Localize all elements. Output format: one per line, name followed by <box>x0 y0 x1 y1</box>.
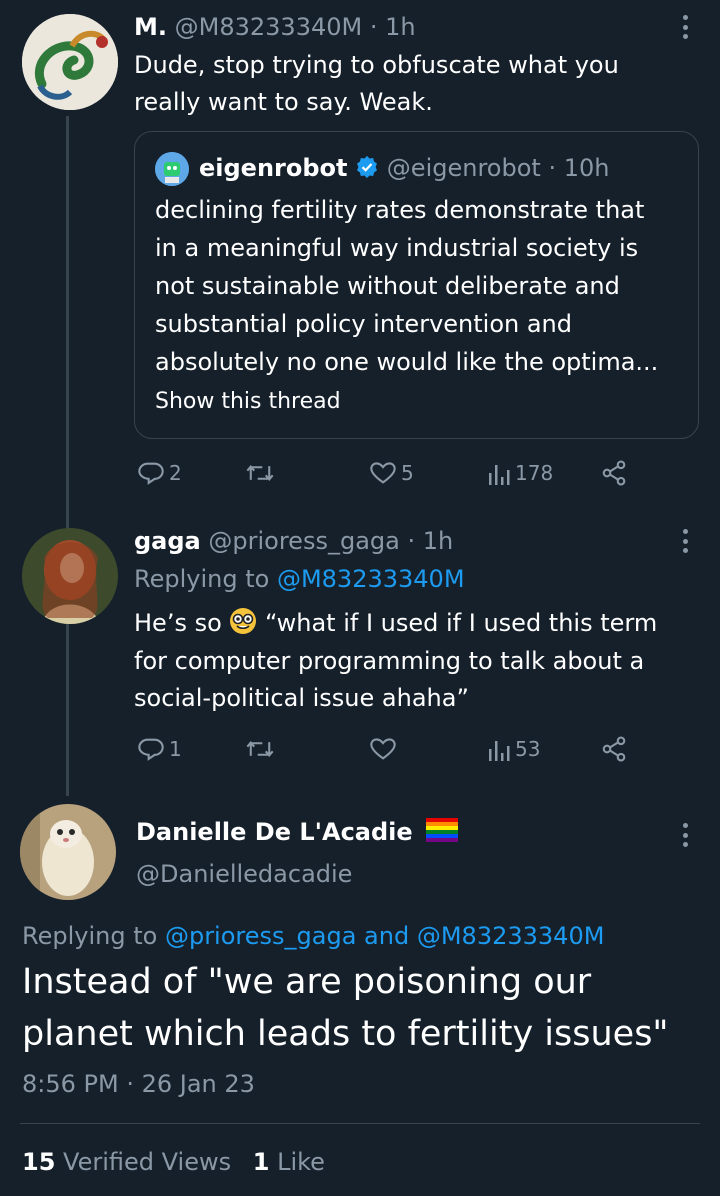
main-tweet-text-line: planet which leads to fertility issues" <box>22 1014 669 1054</box>
retweet-button[interactable] <box>245 459 275 487</box>
quote-text-line: absolutely no one would like the optima.… <box>155 348 659 376</box>
tweet-text-segment: “what if I used if I used this term <box>265 609 658 637</box>
heart-icon <box>370 462 396 484</box>
views-count: 178 <box>515 461 554 485</box>
author-name[interactable]: Danielle De L'Acadie <box>136 818 413 846</box>
likes-label[interactable]: Like <box>277 1148 325 1176</box>
tweet-timestamp[interactable]: 8:56 PM · 26 Jan 23 <box>22 1070 255 1098</box>
quote-avatar <box>155 152 189 186</box>
reply-icon <box>138 738 164 761</box>
views-icon <box>489 465 510 485</box>
quote-tweet-card[interactable]: eigenrobot @eigenrobot · 10h declining f… <box>134 131 699 439</box>
views-icon <box>489 741 510 761</box>
author-handle[interactable]: @M83233340M <box>175 13 363 41</box>
quote-text-line: in a meaningful way industrial society i… <box>155 234 639 262</box>
rainbow-flag-icon <box>426 818 459 848</box>
reply-icon <box>138 462 164 485</box>
likes-count[interactable]: 1 <box>253 1148 270 1176</box>
views-count: 53 <box>515 737 541 761</box>
like-button[interactable]: 5 <box>369 459 414 487</box>
quote-time: · 10h <box>548 154 610 182</box>
tweet-time[interactable]: · 1h <box>407 527 453 555</box>
avatar-danielle[interactable] <box>20 804 116 900</box>
divider <box>20 1123 700 1124</box>
quote-text-line: not sustainable without deliberate and <box>155 272 620 300</box>
tweet-text-line: really want to say. Weak. <box>134 88 433 116</box>
replying-to: Replying to @prioress_gaga and @M8323334… <box>22 922 604 950</box>
engagement-stats: 15 Verified Views 1 Like <box>22 1148 325 1176</box>
quote-text-line: declining fertility rates demonstrate th… <box>155 196 645 224</box>
tweet-header: gaga @prioress_gaga · 1h <box>134 527 453 555</box>
views-label[interactable]: Verified Views <box>63 1148 231 1176</box>
reply-button[interactable]: 1 <box>137 735 182 763</box>
retweet-icon <box>246 465 274 481</box>
author-name[interactable]: M. <box>134 13 167 41</box>
replying-to-label: Replying to <box>134 565 270 593</box>
avatar-m[interactable] <box>22 14 118 110</box>
replying-to-and: and <box>364 922 410 950</box>
heart-icon <box>370 738 396 760</box>
views-count[interactable]: 15 <box>22 1148 55 1176</box>
tweet-header: M. @M83233340M · 1h <box>134 13 416 41</box>
tweet-text-line: He’s so “what if I used if I used this t… <box>134 605 657 646</box>
replying-to-handle[interactable]: @prioress_gaga <box>165 922 356 950</box>
tweet-text-line: social-political issue ahaha” <box>134 684 469 712</box>
replying-to: Replying to @M83233340M <box>134 565 465 593</box>
main-author-row: Danielle De L'Acadie <box>136 818 459 848</box>
reply-button[interactable]: 2 <box>137 459 182 487</box>
thread-line <box>66 116 69 796</box>
verified-badge-icon <box>355 155 379 185</box>
views-button[interactable]: 53 <box>487 735 540 763</box>
tweet-text-line: Dude, stop trying to obfuscate what you <box>134 51 619 79</box>
like-button[interactable] <box>369 735 397 763</box>
quote-author-handle: @eigenrobot <box>386 154 541 182</box>
reply-count: 1 <box>169 737 182 761</box>
like-count: 5 <box>401 461 414 485</box>
share-icon <box>602 460 626 486</box>
share-icon <box>602 736 626 762</box>
quote-author-name: eigenrobot <box>199 154 348 182</box>
quote-header: eigenrobot @eigenrobot · 10h <box>199 154 609 185</box>
tweet-text-segment: He’s so <box>134 609 222 637</box>
reply-count: 2 <box>169 461 182 485</box>
avatar-gaga[interactable] <box>22 528 118 624</box>
retweet-icon <box>246 741 274 757</box>
more-options-icon[interactable] <box>673 820 697 850</box>
nerd-face-emoji-icon <box>229 607 257 646</box>
replying-to-handle[interactable]: @M83233340M <box>417 922 605 950</box>
share-button[interactable] <box>600 459 628 487</box>
retweet-button[interactable] <box>245 735 275 763</box>
show-thread-link[interactable]: Show this thread <box>155 387 341 417</box>
more-options-icon[interactable] <box>673 12 697 42</box>
tweet-text-line: for computer programming to talk about a <box>134 647 645 675</box>
share-button[interactable] <box>600 735 628 763</box>
tweet-time[interactable]: · 1h <box>370 13 416 41</box>
quote-text-line: substantial policy intervention and <box>155 310 572 338</box>
main-tweet-text-line: Instead of "we are poisoning our <box>22 962 592 1002</box>
more-options-icon[interactable] <box>673 526 697 556</box>
author-handle[interactable]: @Danielledacadie <box>136 860 352 888</box>
author-handle[interactable]: @prioress_gaga <box>208 527 399 555</box>
replying-to-label: Replying to <box>22 922 158 950</box>
replying-to-handle[interactable]: @M83233340M <box>277 565 465 593</box>
author-name[interactable]: gaga <box>134 527 201 555</box>
views-button[interactable]: 178 <box>487 459 553 487</box>
